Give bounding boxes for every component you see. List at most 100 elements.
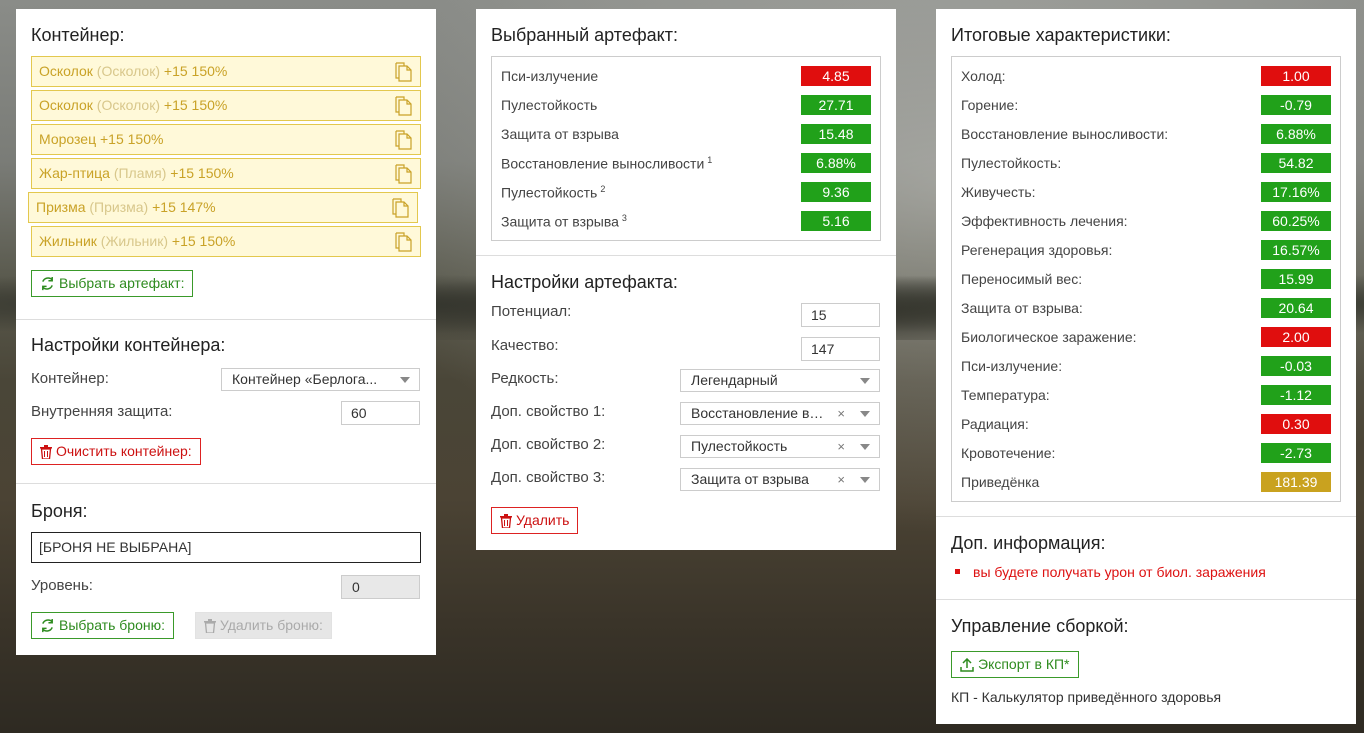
quality-input[interactable]: 147: [801, 337, 880, 361]
total-stat-row: Защита от взрыва: 20.64: [961, 294, 1331, 323]
artifact-stat-row: Восстановление выносливости 1 6.88%: [501, 149, 871, 178]
clear-icon[interactable]: ×: [837, 469, 845, 490]
artifact-slot[interactable]: Осколок (Осколок) +15 150%: [31, 56, 421, 87]
stat-value: -2.73: [1261, 443, 1331, 463]
stat-footnote-index: 3: [621, 213, 627, 223]
chevron-down-icon: [860, 444, 870, 450]
armor-field[interactable]: [БРОНЯ НЕ ВЫБРАНА]: [31, 532, 421, 563]
stat-label: Защита от взрыва: [501, 126, 619, 142]
clear-container-label: Очистить контейнер:: [56, 443, 192, 459]
stat-value: -1.12: [1261, 385, 1331, 405]
stat-value: 4.85: [801, 66, 871, 86]
stat-label: Живучесть:: [961, 184, 1036, 200]
build-management-section: Управление сборкой: Экспорт в КП* КП - К…: [936, 599, 1356, 720]
potential-input[interactable]: 15: [801, 303, 880, 327]
artifact-stat-row: Защита от взрыва 3 5.16: [501, 207, 871, 236]
stat-label: Переносимый вес:: [961, 271, 1083, 287]
stat-label: Температура:: [961, 387, 1050, 403]
copy-icon[interactable]: [394, 232, 412, 252]
total-stat-row: Горение: -0.79: [961, 91, 1331, 120]
container-settings-section: Настройки контейнера: Контейнер: Контейн…: [16, 319, 436, 483]
stat-label: Горение:: [961, 97, 1019, 113]
prop2-select[interactable]: Пулестойкость ×: [680, 435, 880, 458]
choose-artifact-button[interactable]: Выбрать артефакт:: [31, 270, 194, 297]
delete-armor-label: Удалить броню:: [219, 617, 323, 633]
stat-label: Пулестойкость:: [961, 155, 1062, 171]
total-stat-row: Живучесть: 17.16%: [961, 178, 1331, 207]
total-stats-title: Итоговые характеристики:: [951, 25, 1171, 45]
middle-panel: Выбранный артефакт: Пси-излучение 4.85 Пул…: [476, 9, 896, 550]
artifact-stat-row: Пулестойкость 27.71: [501, 91, 871, 120]
stat-value: 20.64: [1261, 298, 1331, 318]
inner-protection-row: Внутренняя защита: 60: [31, 399, 421, 432]
container-title: Контейнер:: [31, 25, 125, 45]
container-select[interactable]: Контейнер «Берлога...: [221, 368, 420, 391]
potential-row: Потенциал: 15: [491, 299, 881, 332]
export-label: Экспорт в КП*: [978, 656, 1070, 672]
stat-label: Приведёнка: [961, 474, 1040, 490]
delete-artifact-button[interactable]: Удалить: [491, 507, 579, 534]
artifact-slot-info: +15 147%: [152, 199, 216, 215]
artifact-slot[interactable]: Призма (Призма) +15 147%: [28, 192, 418, 223]
artifact-slot-base: (Осколок): [96, 97, 160, 113]
total-stat-row: Эффективность лечения: 60.25%: [961, 207, 1331, 236]
prop1-select[interactable]: Восстановление выносливости ×: [680, 402, 880, 425]
artifact-slot[interactable]: Жильник (Жильник) +15 150%: [31, 226, 421, 257]
stat-value: 0.30: [1261, 414, 1331, 434]
artifact-slot-info: +15 150%: [171, 233, 236, 249]
extra-info-list: вы будете получать урон от биол. заражен…: [951, 564, 1341, 580]
rarity-select[interactable]: Легендарный: [680, 369, 880, 392]
quality-label: Качество:: [491, 337, 559, 354]
copy-icon[interactable]: [394, 164, 412, 184]
artifact-slot[interactable]: Жар-птица (Пламя) +15 150%: [31, 158, 421, 189]
refresh-icon: [42, 276, 53, 291]
stat-value: 1.00: [1261, 66, 1331, 86]
stat-value: -0.03: [1261, 356, 1331, 376]
trash-icon: [500, 514, 512, 529]
prop1-row: Доп. свойство 1: Восстановление вынослив…: [491, 398, 881, 431]
selected-artifact-section: Выбранный артефакт: Пси-излучение 4.85 Пул…: [476, 9, 896, 255]
artifact-slot-name: Осколок: [39, 63, 93, 79]
delete-armor-button: Удалить броню:: [194, 612, 332, 639]
copy-icon[interactable]: [394, 62, 412, 82]
stat-value: 16.57%: [1261, 240, 1331, 260]
copy-icon[interactable]: [394, 96, 412, 116]
container-section: Контейнер: Осколок (Осколок) +15 150% Оск…: [16, 9, 436, 319]
left-panel: Контейнер: Осколок (Осколок) +15 150% Оск…: [16, 9, 436, 655]
copy-icon[interactable]: [394, 130, 412, 150]
clear-container-button[interactable]: Очистить контейнер:: [31, 438, 201, 465]
inner-protection-input[interactable]: 60: [341, 401, 420, 425]
rarity-row: Редкость: Легендарный: [491, 365, 881, 398]
stat-value: 6.88%: [801, 153, 871, 173]
export-button[interactable]: Экспорт в КП*: [951, 651, 1079, 678]
clear-icon[interactable]: ×: [837, 403, 845, 424]
total-stat-row: Холод: 1.00: [961, 62, 1331, 91]
stat-label: Защита от взрыва:: [961, 300, 1083, 316]
prop3-select[interactable]: Защита от взрыва ×: [680, 468, 880, 491]
artifact-slot-name: Осколок: [39, 97, 93, 113]
clear-icon[interactable]: ×: [837, 436, 845, 457]
total-stat-row: Переносимый вес: 15.99: [961, 265, 1331, 294]
artifact-slot-base: (Призма): [89, 199, 149, 215]
container-settings-title: Настройки контейнера:: [31, 335, 226, 355]
chevron-down-icon: [860, 411, 870, 417]
stat-value: 6.88%: [1261, 124, 1331, 144]
artifact-slot-name: Призма: [36, 199, 86, 215]
trash-icon: [40, 445, 52, 460]
trash-icon: [203, 619, 216, 634]
artifact-settings-section: Настройки артефакта: Потенциал: 15 Качес…: [476, 255, 896, 549]
artifact-slot-base: (Осколок): [96, 63, 160, 79]
artifact-slot[interactable]: Осколок (Осколок) +15 150%: [31, 90, 421, 121]
total-stat-row: Пси-излучение: -0.03: [961, 352, 1331, 381]
prop2-row: Доп. свойство 2: Пулестойкость ×: [491, 431, 881, 464]
copy-icon[interactable]: [391, 198, 409, 218]
choose-armor-button[interactable]: Выбрать броню:: [31, 612, 174, 639]
total-stats-section: Итоговые характеристики: Холод: 1.00 Горен…: [936, 9, 1356, 516]
total-stat-row: Приведёнка 181.39: [961, 468, 1331, 497]
stat-label: Восстановление выносливости 1: [501, 155, 713, 172]
stat-value: 2.00: [1261, 327, 1331, 347]
artifact-slot[interactable]: Морозец +15 150%: [31, 124, 421, 155]
artifact-slot-base: (Пламя): [113, 165, 167, 181]
stat-label: Радиация:: [961, 416, 1029, 432]
artifact-slot-name: Жильник: [39, 233, 97, 249]
